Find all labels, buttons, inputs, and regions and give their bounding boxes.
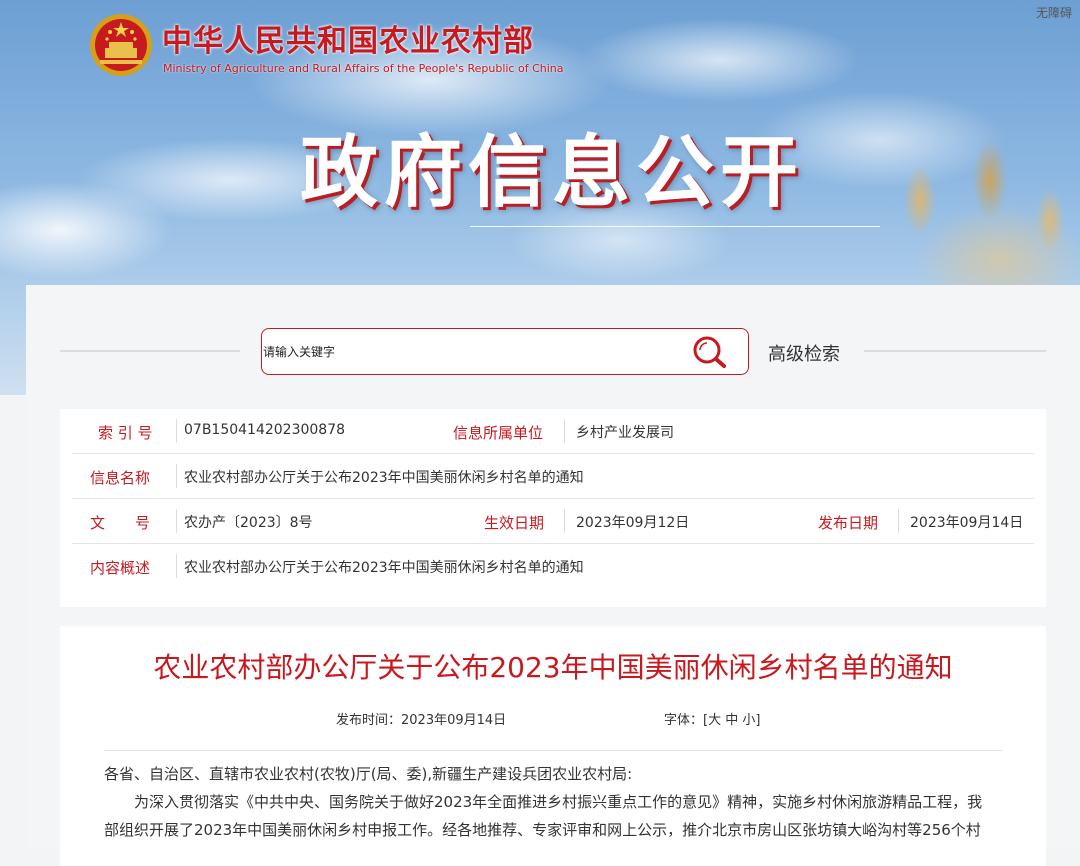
separator bbox=[898, 509, 899, 533]
info-table: 索 引 号 07B150414202300878 信息所属单位 乡村产业发展司 … bbox=[60, 409, 1046, 607]
search-divider-left bbox=[60, 350, 240, 352]
ministry-name-en: Ministry of Agriculture and Rural Affair… bbox=[163, 62, 564, 75]
article-divider bbox=[104, 750, 1002, 751]
separator bbox=[176, 419, 177, 443]
summary-label: 内容概述 bbox=[90, 559, 151, 577]
publish-time: 发布时间：2023年09月14日 bbox=[336, 709, 506, 728]
info-row-doc: 文 号 农办产〔2023〕8号 生效日期 2023年09月12日 发布日期 20… bbox=[72, 499, 1034, 544]
publish-time-value: 2023年09月14日 bbox=[401, 713, 507, 728]
publish-date-label: 发布日期 bbox=[818, 514, 879, 532]
effective-date-value: 2023年09月12日 bbox=[576, 515, 690, 531]
salutation: 各省、自治区、直辖市农业农村(农牧)厅(局、委),新疆生产建设兵团农业农村局: bbox=[104, 765, 633, 783]
search-box bbox=[261, 328, 749, 375]
font-size-label: 字体： bbox=[664, 713, 704, 728]
info-row-index: 索 引 号 07B150414202300878 信息所属单位 乡村产业发展司 bbox=[72, 409, 1034, 454]
separator bbox=[176, 464, 177, 488]
font-size-control: 字体：[大 中 小] bbox=[664, 709, 761, 728]
article-title: 农业农村部办公厅关于公布2023年中国美丽休闲乡村名单的通知 bbox=[153, 651, 953, 684]
effective-date-label: 生效日期 bbox=[484, 514, 545, 532]
summary-value: 农业农村部办公厅关于公布2023年中国美丽休闲乡村名单的通知 bbox=[184, 560, 584, 576]
index-value: 07B150414202300878 bbox=[184, 422, 346, 438]
separator bbox=[564, 509, 565, 533]
index-label: 索 引 号 bbox=[98, 424, 153, 442]
banner-title: 政府信息公开 bbox=[300, 128, 805, 218]
search-row: 高级检索 bbox=[26, 285, 1080, 405]
font-medium-button[interactable]: 中 bbox=[725, 713, 738, 728]
font-large-button[interactable]: 大 bbox=[708, 713, 721, 728]
accessibility-link[interactable]: 无障碍 bbox=[1036, 4, 1072, 21]
search-input[interactable] bbox=[262, 329, 683, 374]
name-value: 农业农村部办公厅关于公布2023年中国美丽休闲乡村名单的通知 bbox=[184, 470, 584, 486]
unit-label: 信息所属单位 bbox=[453, 424, 544, 442]
article: 农业农村部办公厅关于公布2023年中国美丽休闲乡村名单的通知 发布时间：2023… bbox=[60, 626, 1046, 866]
advanced-search-link[interactable]: 高级检索 bbox=[768, 340, 840, 366]
doc-number-label: 文 号 bbox=[90, 514, 151, 532]
info-row-name: 信息名称 农业农村部办公厅关于公布2023年中国美丽休闲乡村名单的通知 bbox=[72, 454, 1034, 499]
banner-title-rule bbox=[470, 226, 880, 227]
paragraph-line: 部组织开展了2023年中国美丽休闲乡村申报工作。经各地推荐、专家评审和网上公示，… bbox=[104, 821, 981, 839]
unit-value: 乡村产业发展司 bbox=[576, 425, 674, 441]
ministry-name-cn: 中华人民共和国农业农村部 bbox=[162, 24, 534, 59]
search-divider-right bbox=[864, 350, 1046, 352]
paragraph-line: 为深入贯彻落实《中共中央、国务院关于做好2023年全面推进乡村振兴重点工作的意见… bbox=[134, 793, 983, 811]
separator bbox=[176, 554, 177, 578]
national-emblem-icon bbox=[90, 14, 152, 76]
name-label: 信息名称 bbox=[90, 469, 151, 487]
separator bbox=[564, 419, 565, 443]
search-icon[interactable] bbox=[690, 334, 730, 370]
font-bracket-close: ] bbox=[755, 713, 761, 728]
publish-time-label: 发布时间： bbox=[336, 713, 402, 728]
main-content: 高级检索 索 引 号 07B150414202300878 信息所属单位 乡村产… bbox=[26, 285, 1080, 866]
info-row-summary: 内容概述 农业农村部办公厅关于公布2023年中国美丽休闲乡村名单的通知 bbox=[72, 544, 1034, 588]
font-small-button[interactable]: 小 bbox=[742, 713, 755, 728]
publish-date-value: 2023年09月14日 bbox=[910, 515, 1024, 531]
doc-number-value: 农办产〔2023〕8号 bbox=[184, 515, 313, 531]
separator bbox=[176, 509, 177, 533]
